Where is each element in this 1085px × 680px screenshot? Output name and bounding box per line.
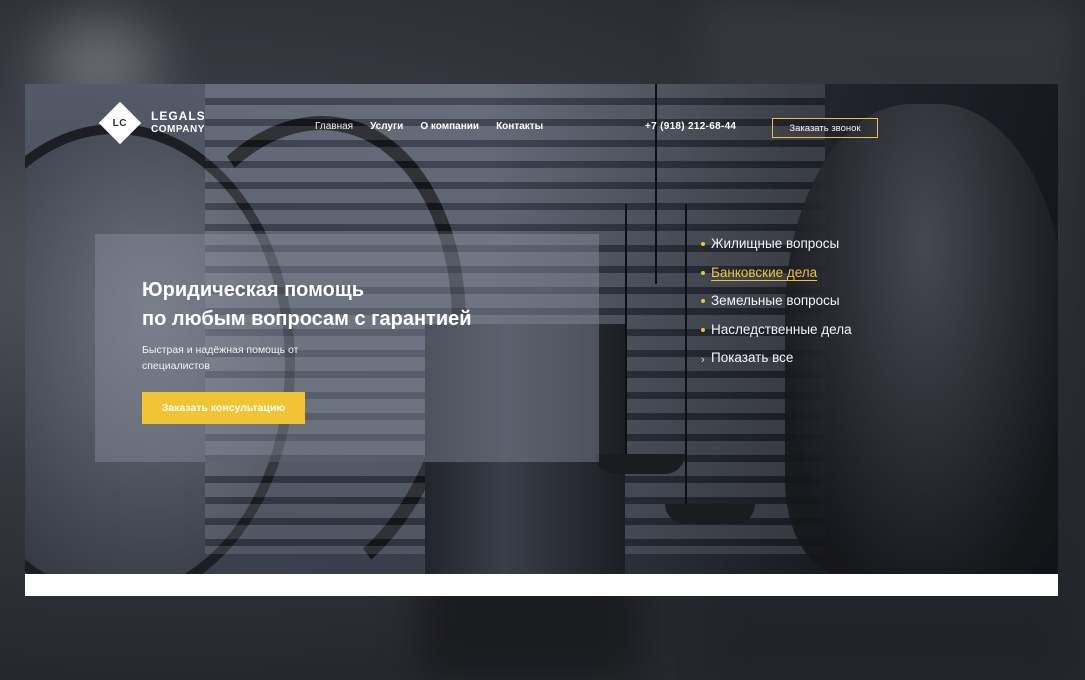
bottom-white-slope bbox=[25, 574, 1058, 596]
phone-number[interactable]: +7 (918) 212-68-44 bbox=[645, 121, 736, 132]
chevron-right-icon: › bbox=[701, 354, 705, 366]
scale-pan-left bbox=[595, 454, 685, 474]
bullet-icon bbox=[701, 299, 705, 303]
topic-item-housing[interactable]: Жилищные вопросы bbox=[701, 234, 852, 263]
topic-item-land[interactable]: Земельные вопросы bbox=[701, 291, 852, 320]
site-preview: LC LEGALS COMPANY Главная Услуги О компа… bbox=[25, 84, 1058, 596]
hero-title-line1: Юридическая помощь bbox=[142, 279, 365, 301]
bullet-icon bbox=[701, 242, 705, 246]
main-nav: Главная Услуги О компании Контакты bbox=[315, 121, 543, 132]
topics-list: Жилищные вопросы Банковские дела Земельн… bbox=[701, 234, 852, 377]
bullet-icon bbox=[701, 270, 705, 275]
logo-mark: LC bbox=[112, 117, 128, 129]
logo[interactable]: LC LEGALS COMPANY bbox=[97, 101, 206, 145]
hero-section: LC LEGALS COMPANY Главная Услуги О компа… bbox=[25, 84, 1058, 574]
hero-title-line2: по любым вопросам с гарантией bbox=[142, 308, 472, 330]
topic-item-banking[interactable]: Банковские дела bbox=[701, 263, 852, 292]
nav-item-services[interactable]: Услуги bbox=[370, 121, 403, 132]
show-all-link[interactable]: › Показать все bbox=[701, 348, 852, 377]
order-consultation-button[interactable]: Заказать консультацию bbox=[142, 392, 305, 424]
logo-subtitle: COMPANY bbox=[151, 124, 205, 135]
topic-item-inheritance[interactable]: Наследственные дела bbox=[701, 320, 852, 349]
order-call-button[interactable]: Заказать звонок bbox=[772, 118, 878, 138]
hero-panel: Юридическая помощь по любым вопросам с г… bbox=[95, 234, 599, 462]
nav-item-home[interactable]: Главная bbox=[315, 121, 353, 132]
nav-item-contacts[interactable]: Контакты bbox=[496, 121, 543, 132]
nav-item-about[interactable]: О компании bbox=[420, 121, 479, 132]
scale-pan-right bbox=[665, 504, 755, 524]
hero-subtitle: Быстрая и надёжная помощь от специалисто… bbox=[142, 344, 299, 372]
hero-title: Юридическая помощь по любым вопросам с г… bbox=[142, 276, 582, 334]
logo-name: LEGALS bbox=[151, 109, 206, 123]
bullet-icon bbox=[701, 327, 705, 332]
logo-diamond-icon: LC bbox=[98, 101, 142, 145]
